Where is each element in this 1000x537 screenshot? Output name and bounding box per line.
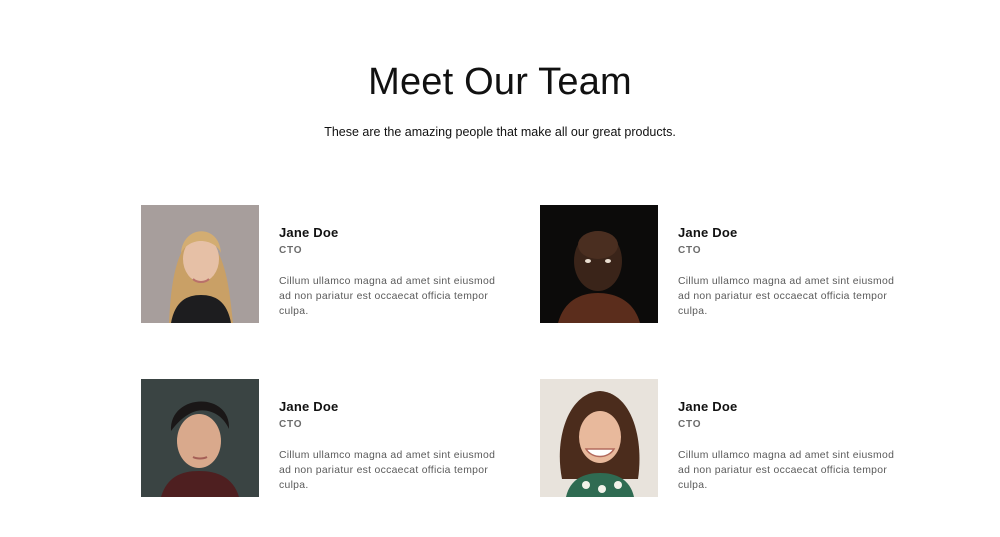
member-name: Jane Doe: [279, 225, 339, 240]
member-name: Jane Doe: [678, 225, 738, 240]
member-role: CTO: [279, 245, 303, 256]
member-photo: [540, 205, 658, 323]
member-info: Jane Doe CTO Cillum ullamco magna ad ame…: [279, 225, 501, 319]
member-photo: [540, 379, 658, 497]
member-info: Jane Doe CTO Cillum ullamco magna ad ame…: [678, 225, 900, 319]
member-bio: Cillum ullamco magna ad amet sint eiusmo…: [678, 276, 895, 317]
member-info: Jane Doe CTO Cillum ullamco magna ad ame…: [678, 399, 900, 493]
team-member-card: Jane Doe CTO Cillum ullamco magna ad ame…: [540, 205, 900, 323]
member-role: CTO: [678, 419, 702, 430]
team-member-card: Jane Doe CTO Cillum ullamco magna ad ame…: [141, 379, 501, 497]
member-role: CTO: [678, 245, 702, 256]
member-photo: [141, 205, 259, 323]
team-member-card: Jane Doe CTO Cillum ullamco magna ad ame…: [141, 205, 501, 323]
member-bio: Cillum ullamco magna ad amet sint eiusmo…: [279, 450, 496, 491]
member-role: CTO: [279, 419, 303, 430]
team-member-card: Jane Doe CTO Cillum ullamco magna ad ame…: [540, 379, 900, 497]
team-page: Meet Our Team These are the amazing peop…: [0, 0, 1000, 537]
member-name: Jane Doe: [279, 399, 339, 414]
page-title: Meet Our Team: [368, 61, 632, 103]
member-photo: [141, 379, 259, 497]
member-info: Jane Doe CTO Cillum ullamco magna ad ame…: [279, 399, 501, 493]
member-name: Jane Doe: [678, 399, 738, 414]
page-subtitle: These are the amazing people that make a…: [324, 125, 676, 139]
member-bio: Cillum ullamco magna ad amet sint eiusmo…: [678, 450, 895, 491]
member-bio: Cillum ullamco magna ad amet sint eiusmo…: [279, 276, 496, 317]
